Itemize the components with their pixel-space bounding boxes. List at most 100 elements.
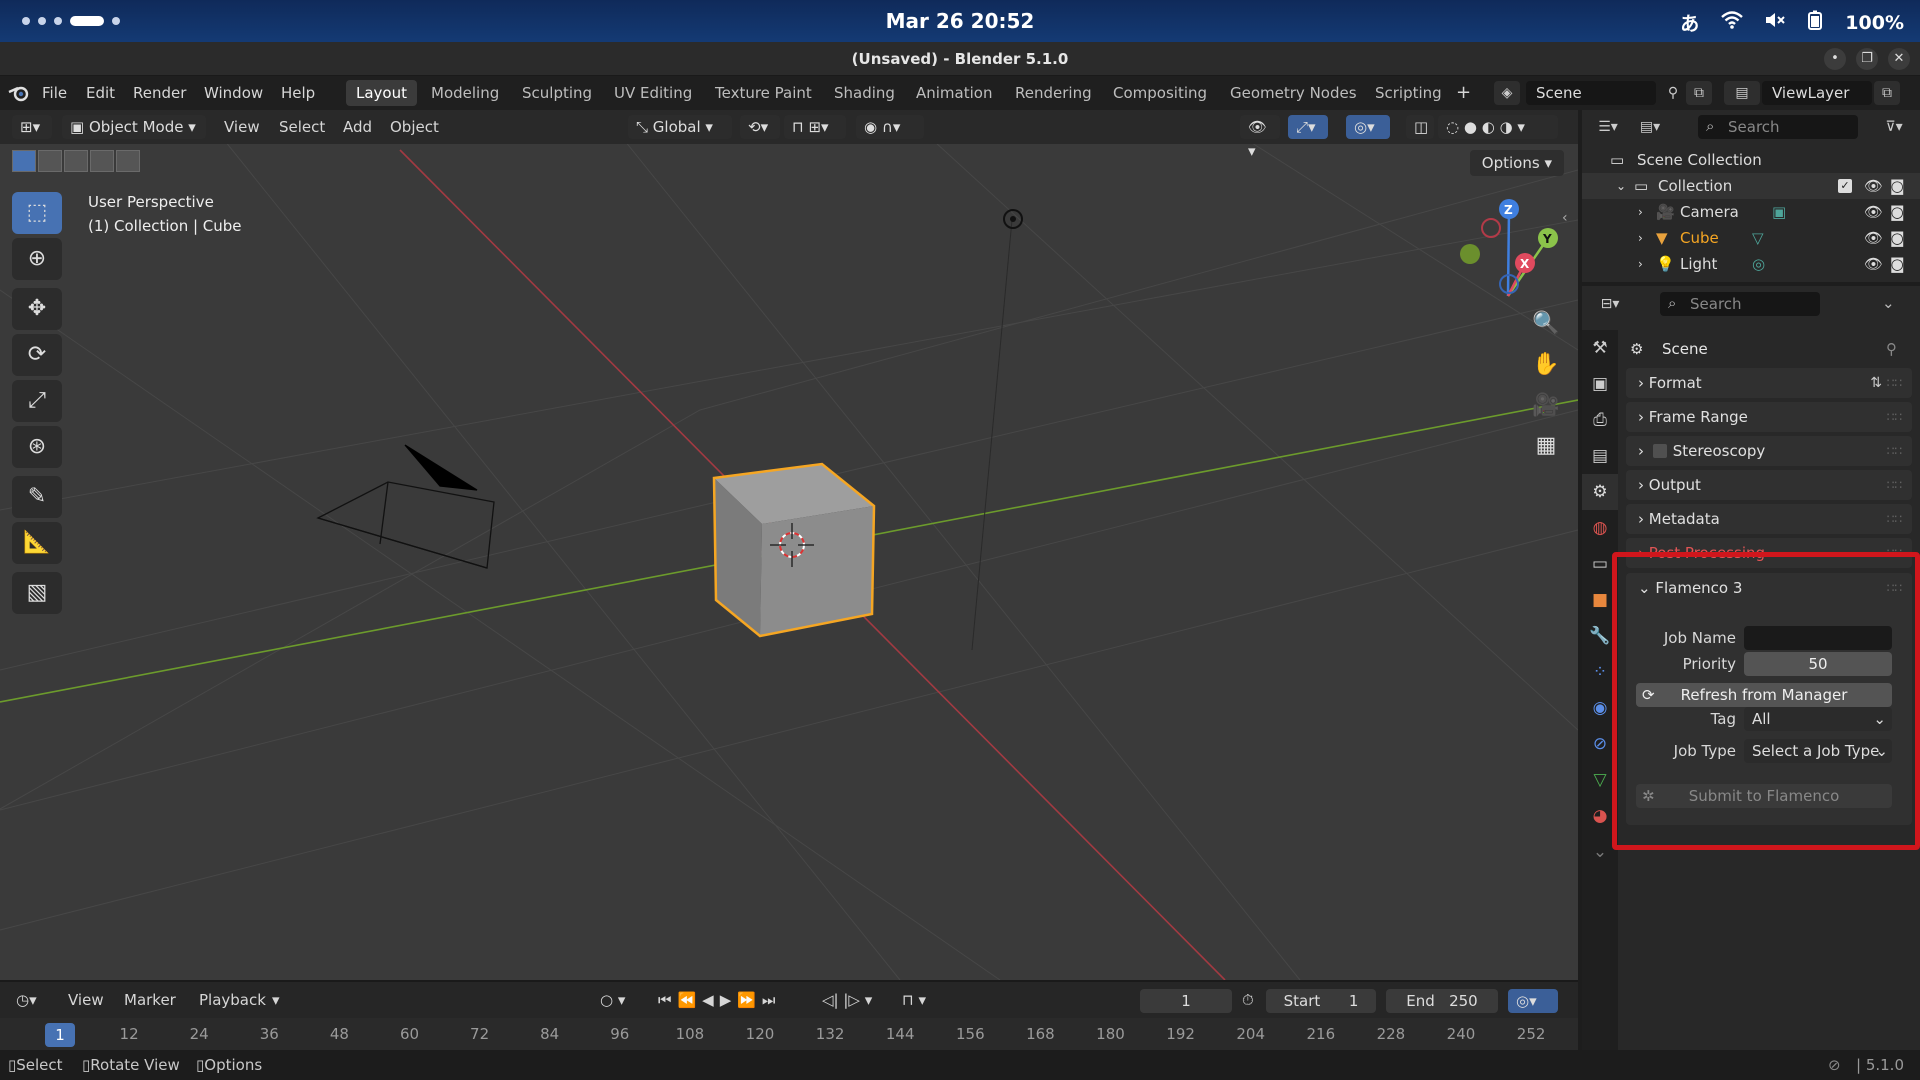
data-tab-icon[interactable]: ▽ [1582, 762, 1618, 798]
display-mode-icon[interactable]: ▤▾ [1630, 115, 1670, 139]
viewlayer-name-field[interactable]: ViewLayer [1762, 81, 1872, 105]
physics-tab-icon[interactable]: ◉ [1582, 690, 1618, 726]
render-camera-icon[interactable]: ◙ [1890, 199, 1905, 225]
xray-icon[interactable]: ◫ [1406, 115, 1434, 139]
viewport-menu-view[interactable]: View [224, 110, 260, 144]
priority-field[interactable]: 50 [1744, 652, 1892, 676]
workspace-tab-animation[interactable]: Animation [906, 80, 1002, 106]
more-tabs-chevron-icon[interactable]: ⌄ [1582, 834, 1618, 870]
pin-scene-icon[interactable]: ⚲ [1660, 81, 1686, 105]
shading-mode-icon[interactable]: ◌ ● ◐ ◑ ▾ [1438, 115, 1558, 139]
viewlayer-selector-icon[interactable]: ▤ [1724, 81, 1760, 105]
menu-file[interactable]: File [42, 76, 67, 110]
proportional-edit-icon[interactable]: ◉ ∩▾ [856, 115, 924, 139]
stereoscopy-checkbox[interactable] [1652, 444, 1667, 458]
scene-name-field[interactable]: Scene [1526, 81, 1656, 105]
exclude-checkbox[interactable]: ✓ [1838, 179, 1852, 193]
outliner-item-light[interactable]: › 💡 Light ◎ 👁 ◙ [1582, 251, 1920, 277]
light-data-icon[interactable]: ◎ [1752, 251, 1765, 277]
timeline-editor-type-icon[interactable]: ◷▾ [16, 982, 37, 1018]
wifi-icon[interactable] [1721, 11, 1744, 34]
material-tab-icon[interactable]: ◕ [1582, 798, 1618, 834]
transform-tool[interactable]: ⊛ [12, 426, 62, 468]
viewport-menu-select[interactable]: Select [279, 110, 325, 144]
gizmo-toggle-icon[interactable]: ⤢▾ [1288, 115, 1328, 139]
output-tab-icon[interactable]: ⎙ [1582, 402, 1618, 438]
timeline-menu-marker[interactable]: Marker [124, 982, 176, 1018]
visibility-eye-icon[interactable]: 👁 [1864, 251, 1883, 277]
timeline-menu-view[interactable]: View [68, 982, 104, 1018]
pivot-point-icon[interactable]: ⟲▾ [740, 115, 780, 139]
frame-ruler[interactable]: 12 24 36 48 60 72 84 96 108 120 132 144 156 168 180 192… [0, 1018, 1578, 1050]
scene-selector-icon[interactable]: ◈ [1494, 81, 1520, 105]
measure-tool[interactable]: 📐 [12, 522, 62, 564]
new-scene-icon[interactable]: ⧉ [1686, 81, 1712, 105]
workspace-tab-texture-paint[interactable]: Texture Paint [705, 80, 822, 106]
timeline-options-icon[interactable]: ◎▾ [1508, 989, 1558, 1013]
panel-post-processing[interactable]: › Post Processing ∷∷ [1626, 538, 1912, 568]
transform-orientation-dropdown[interactable]: ⤡ Global ▾ [628, 115, 732, 139]
constraints-tab-icon[interactable]: ⊘ [1582, 726, 1618, 762]
workspace-tab-uv-editing[interactable]: UV Editing [604, 80, 702, 106]
blender-logo-icon[interactable] [8, 76, 30, 114]
move-tool[interactable]: ✥ [12, 288, 62, 330]
sidebar-toggle-icon[interactable]: ‹ [1562, 210, 1568, 226]
refresh-from-manager-button[interactable]: ⟳ Refresh from Manager [1636, 683, 1892, 707]
workspace-tab-layout[interactable]: Layout [346, 80, 417, 106]
viewport-scene[interactable]: Z Y X [0, 110, 1578, 980]
close-button[interactable]: ✕ [1888, 48, 1910, 70]
particles-tab-icon[interactable]: ⁘ [1582, 654, 1618, 690]
minimize-button[interactable]: • [1824, 48, 1846, 70]
panel-output[interactable]: › Output ∷∷ [1626, 470, 1912, 500]
pan-hand-icon[interactable]: ✋ [1527, 347, 1565, 383]
maximize-button[interactable]: ❐ [1856, 48, 1878, 70]
camera-view-icon[interactable]: 🎥 [1527, 388, 1565, 424]
world-tab-icon[interactable]: ◍ [1582, 510, 1618, 546]
workspace-tab-scripting[interactable]: Scripting [1365, 80, 1452, 106]
3d-viewport[interactable]: Z Y X ⊞▾ ▣ Object Mode ▾ View Select Add… [0, 110, 1578, 980]
render-camera-icon[interactable]: ◙ [1890, 251, 1905, 277]
visibility-eye-icon[interactable]: 👁 [1864, 199, 1883, 225]
battery-icon[interactable] [1807, 10, 1823, 35]
snap-icon[interactable]: ⊓ ⊞▾ [784, 115, 846, 139]
workspace-tab-sculpting[interactable]: Sculpting [512, 80, 602, 106]
outliner-item-camera[interactable]: › 🎥 Camera ▣ 👁 ◙ [1582, 199, 1920, 225]
auto-keying-icon[interactable]: ○ ▾ [600, 982, 625, 1018]
preview-range-icon[interactable]: ⏱ [1242, 982, 1254, 1018]
menu-render[interactable]: Render [133, 76, 186, 110]
add-workspace-icon[interactable]: + [1456, 76, 1471, 110]
workspace-tab-rendering[interactable]: Rendering [1005, 80, 1102, 106]
options-dropdown[interactable]: Options ▾ [1469, 150, 1564, 176]
collection-row[interactable]: ⌄ ▭ Collection ✓ 👁 ◙ [1582, 173, 1920, 199]
properties-editor-type-icon[interactable]: ⊟▾ [1590, 292, 1630, 316]
viewport-menu-object[interactable]: Object [390, 110, 439, 144]
properties-search-input[interactable]: Search [1660, 292, 1820, 316]
visibility-icon[interactable]: 👁▾ [1240, 115, 1280, 160]
panel-metadata[interactable]: › Metadata ∷∷ [1626, 504, 1912, 534]
render-tab-icon[interactable]: ▣ [1582, 366, 1618, 402]
cursor-tool[interactable]: ⊕ [12, 238, 62, 280]
visibility-eye-icon[interactable]: 👁 [1864, 225, 1883, 251]
annotate-tool[interactable]: ✎ [12, 476, 62, 518]
outliner-editor-type-icon[interactable]: ☰▾ [1590, 115, 1626, 139]
clock[interactable]: Mar 26 20:52 [0, 9, 1920, 33]
tool-tab-icon[interactable]: ⚒ [1582, 330, 1618, 366]
pin-icon[interactable]: ⚲ [1886, 340, 1897, 358]
collection-tab-icon[interactable]: ▭ [1582, 546, 1618, 582]
workspace-tab-shading[interactable]: Shading [824, 80, 905, 106]
visibility-eye-icon[interactable]: 👁 [1864, 173, 1883, 199]
mute-icon[interactable] [1765, 11, 1786, 34]
current-frame-field[interactable]: 1 [1140, 989, 1232, 1013]
zoom-icon[interactable]: 🔍 [1527, 306, 1565, 342]
add-cube-tool[interactable]: ▧ [12, 572, 62, 614]
job-name-input[interactable] [1744, 626, 1892, 650]
properties-options-chevron-icon[interactable]: ⌄ [1882, 294, 1895, 312]
job-type-dropdown[interactable]: Select a Job Type ⌄ [1744, 739, 1892, 763]
scale-tool[interactable]: ⤢ [12, 380, 62, 422]
expand-icon[interactable]: › [1638, 251, 1643, 277]
panel-format[interactable]: › Format ⇅ ∷∷ [1626, 368, 1912, 398]
scene-collection-row[interactable]: ▭ Scene Collection [1582, 147, 1920, 173]
select-box-tool[interactable]: ⬚ [12, 192, 62, 234]
rotate-tool[interactable]: ⟳ [12, 334, 62, 376]
expand-icon[interactable]: › [1638, 225, 1643, 251]
